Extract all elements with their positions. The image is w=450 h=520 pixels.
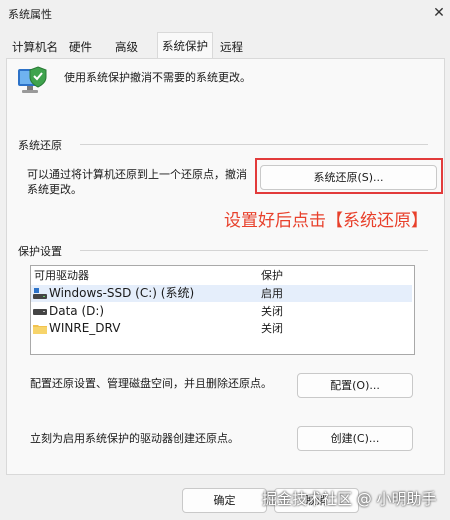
watermark: 掘金技术社区 @ 小明助手 [262, 490, 437, 508]
intro-text: 使用系统保护撤消不需要的系统更改。 [64, 71, 251, 84]
section-divider [80, 144, 428, 145]
drive-name: Data (D:) [49, 304, 105, 318]
list-item[interactable]: WINRE_DRV 关闭 [31, 320, 412, 337]
list-item[interactable]: Data (D:) 关闭 [31, 303, 412, 320]
system-protection-icon [18, 66, 47, 93]
configure-button[interactable]: 配置(O)... [297, 373, 413, 398]
folder-icon [33, 325, 47, 334]
drive-list[interactable]: 可用驱动器 保护 Windows-SSD (C:) (系统) 启用 Data (… [30, 265, 415, 355]
drive-name: Windows-SSD (C:) (系统) [49, 286, 195, 300]
restore-description-line2: 系统更改。 [27, 183, 82, 196]
create-text: 立刻为启用系统保护的驱动器创建还原点。 [30, 432, 239, 445]
drive-status: 关闭 [261, 305, 283, 318]
restore-description-line1: 可以通过将计算机还原到上一个还原点，撤消 [27, 168, 247, 181]
drive-icon [33, 309, 47, 315]
tab-system-protection[interactable]: 系统保护 [157, 32, 213, 59]
column-header-drives: 可用驱动器 [34, 269, 89, 282]
section-divider [80, 250, 428, 251]
drive-status: 启用 [261, 287, 283, 300]
create-button[interactable]: 创建(C)... [297, 426, 413, 451]
section-label-protection: 保护设置 [18, 245, 62, 258]
section-label-restore: 系统还原 [18, 139, 62, 152]
tab-computer-name[interactable]: 计算机名 [10, 36, 60, 58]
highlight-box [255, 158, 443, 194]
tab-advanced[interactable]: 高级 [113, 36, 140, 58]
close-button[interactable]: ✕ [429, 3, 449, 23]
column-header-protection: 保护 [261, 269, 283, 282]
drive-status: 关闭 [261, 322, 283, 335]
drive-name: WINRE_DRV [49, 321, 121, 335]
tab-remote[interactable]: 远程 [218, 36, 245, 58]
tab-hardware[interactable]: 硬件 [67, 36, 94, 58]
list-header: 可用驱动器 保护 [31, 267, 412, 284]
list-item[interactable]: Windows-SSD (C:) (系统) 启用 [31, 285, 412, 302]
annotation-text: 设置好后点击【系统还原】 [224, 211, 428, 231]
configure-text: 配置还原设置、管理磁盘空间，并且删除还原点。 [30, 377, 272, 390]
window-title: 系统属性 [8, 8, 52, 21]
title-bar: 系统属性 ✕ [0, 0, 450, 26]
system-drive-icon [33, 288, 47, 299]
ok-button[interactable]: 确定 [182, 488, 267, 513]
